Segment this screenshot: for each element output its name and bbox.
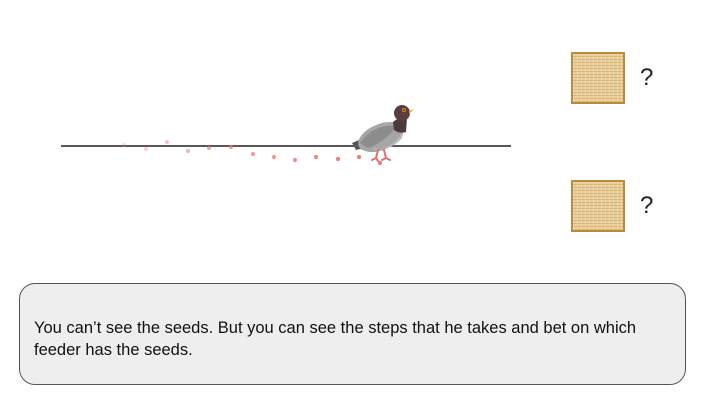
step-dot xyxy=(164,139,170,145)
step-dot xyxy=(206,145,212,151)
top-feeder-button[interactable] xyxy=(571,52,625,104)
step-dot xyxy=(271,154,277,160)
bottom-feeder-button[interactable] xyxy=(571,180,625,232)
pigeon-icon xyxy=(352,105,414,162)
step-dot xyxy=(250,151,256,157)
step-dot xyxy=(335,156,341,162)
step-dot xyxy=(185,148,191,154)
step-dot xyxy=(292,157,298,163)
step-trail xyxy=(121,139,383,166)
step-dot xyxy=(143,146,149,152)
step-dot xyxy=(121,142,127,148)
instruction-text: You can’t see the seeds. But you can see… xyxy=(34,319,637,359)
instruction-panel: You can’t see the seeds. But you can see… xyxy=(19,283,686,385)
step-dot xyxy=(228,144,234,150)
step-dot xyxy=(313,154,319,160)
bottom-feeder-question-mark: ? xyxy=(640,192,654,219)
top-feeder-question-mark: ? xyxy=(640,64,654,91)
step-dot xyxy=(356,154,362,160)
